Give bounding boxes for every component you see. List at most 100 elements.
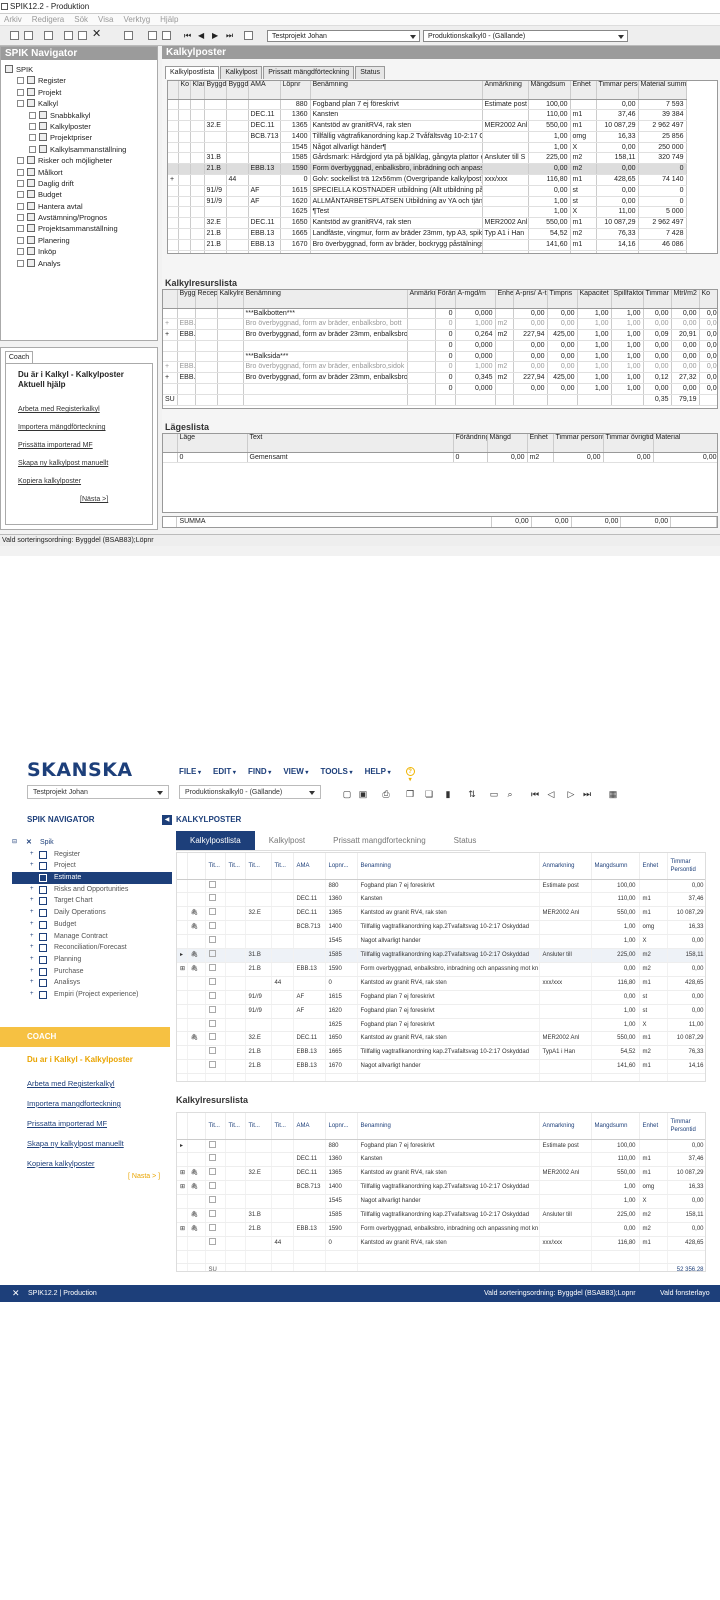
row-marker-cell[interactable] <box>177 1018 188 1033</box>
tree-item[interactable]: Analys <box>5 258 126 269</box>
attach-cell[interactable] <box>187 892 206 908</box>
expand-icon[interactable] <box>17 77 24 85</box>
new-print-icon[interactable]: ⎙ <box>381 789 391 799</box>
old-menu-item[interactable]: Redigera <box>32 14 64 25</box>
new-icon[interactable] <box>10 31 19 40</box>
expand-icon[interactable] <box>17 191 24 199</box>
table-row[interactable]: ⊞ 🖇 32.E DEC.11 1365 Kantstod av granit RV4, … <box>177 1166 705 1182</box>
tree-item[interactable]: Projektsammanställning <box>5 223 126 234</box>
new-tree-item[interactable]: + Manage Contract <box>12 931 172 943</box>
table-row[interactable]: +EBB.1 Bro överbyggnad, form av bräder, e… <box>163 361 717 374</box>
table-row[interactable]: BCB.713 1400 Tillfällig vägtrafikanordning… <box>168 131 687 143</box>
column-header[interactable] <box>163 434 178 453</box>
project-combo[interactable]: Testprojekt Johan <box>267 30 420 42</box>
tree-item[interactable]: Register <box>5 75 126 86</box>
checkbox-cell[interactable] <box>205 906 226 922</box>
row-marker-cell[interactable] <box>177 990 188 1005</box>
new-tab-3[interactable]: Status <box>439 831 491 851</box>
table-row[interactable]: 21.B EBB.13 1665 Landfäste, vingmur, form a… <box>168 228 687 240</box>
expand-icon[interactable] <box>17 100 24 108</box>
row-checkbox[interactable] <box>208 1237 216 1245</box>
new-coach-bar[interactable]: COACH <box>0 1027 170 1047</box>
attach-cell[interactable] <box>187 1045 206 1061</box>
attach-cell[interactable]: 🖇 <box>187 1180 206 1196</box>
new-tab-1[interactable]: Kalkylpost <box>254 831 320 851</box>
tree-item[interactable]: Projektpriser <box>5 132 126 143</box>
column-header[interactable]: Anmarkning <box>539 1113 592 1140</box>
new-delete-icon[interactable]: ▮ <box>443 789 453 799</box>
new-project-combo[interactable]: Testprojekt Johan <box>27 785 169 799</box>
row-checkbox[interactable] <box>208 1154 216 1162</box>
attach-cell[interactable]: 🖇 <box>187 906 206 922</box>
table-row[interactable]: 44 0 Kantstod av granit RV4, rak sten xxx/x… <box>177 1236 705 1251</box>
expand-icon[interactable] <box>29 134 36 142</box>
column-header[interactable]: Läge <box>177 434 248 453</box>
filter-icon[interactable] <box>148 31 157 40</box>
coach-link-registerkalkyl[interactable]: Arbeta med Registerkalkyl <box>18 406 100 413</box>
tree-item[interactable]: Risker och möjligheter <box>5 155 126 166</box>
column-header[interactable]: Timmar Persontid <box>667 1113 705 1140</box>
expand-icon[interactable] <box>29 145 36 153</box>
row-marker-cell[interactable] <box>177 920 188 936</box>
new-tree-item[interactable]: + Purchase <box>12 966 172 978</box>
new-calc-combo[interactable]: Produktionskalkyl0 - (Gällande) <box>179 785 321 799</box>
checkbox-cell[interactable] <box>205 976 226 991</box>
column-header[interactable]: Kapacitet <box>577 290 612 309</box>
attach-cell[interactable] <box>187 1236 206 1251</box>
row-marker-cell[interactable]: ⊞ <box>177 1166 188 1182</box>
table-row[interactable]: +EBB.1 Bro överbyggnad, form av bräder 23… <box>163 372 717 385</box>
expand-icon[interactable] <box>17 157 24 165</box>
new-tab-0[interactable]: Kalkylpostlista <box>176 831 255 851</box>
coach-link-kopiera[interactable]: Kopiera kalkylposter <box>18 478 81 485</box>
table-row[interactable]: 🖇 32.E DEC.11 1650 Kantstod av granit RV4, r… <box>177 1031 705 1047</box>
attach-cell[interactable] <box>187 879 206 894</box>
attach-cell[interactable] <box>187 1004 206 1019</box>
column-header[interactable]: Enhet <box>495 290 514 309</box>
column-header[interactable]: Byggd (BSAB <box>226 81 249 100</box>
new-menu-item[interactable]: TOOLS <box>320 767 352 776</box>
row-marker-cell[interactable]: ▸ <box>177 948 188 963</box>
column-header[interactable]: Timmar persontid <box>643 290 672 309</box>
new-filter-icon[interactable]: ▭ <box>489 789 499 799</box>
column-header[interactable]: Timmar Persontid <box>667 853 705 880</box>
tree-item[interactable]: Snabbkalkyl <box>5 110 126 121</box>
new-coach-link-prissatta[interactable]: Prissatta importerad MF <box>27 1119 107 1128</box>
column-header[interactable]: Tit... <box>245 853 272 880</box>
new-copy-icon[interactable]: ❐ <box>405 789 415 799</box>
attach-cell[interactable] <box>187 990 206 1005</box>
row-checkbox[interactable] <box>208 1168 216 1176</box>
coach-link-importera[interactable]: Importera mängdförteckning <box>18 424 106 431</box>
tree-item[interactable]: Inköp <box>5 246 126 257</box>
table-row[interactable]: +44 0 Golv: sockellist trä 12x56mm (Övergr… <box>168 174 687 186</box>
table-row[interactable]: 91//9 AF 1620 Fogband plan 7 ej foreskrivt 1… <box>177 1004 705 1019</box>
new-search-icon[interactable]: ⌕ <box>505 789 515 799</box>
column-header[interactable] <box>163 290 178 309</box>
column-header[interactable]: AMA <box>248 81 281 100</box>
old-menu-item[interactable]: Sök <box>74 14 88 25</box>
new-menu-item[interactable]: VIEW <box>283 767 308 776</box>
row-checkbox[interactable] <box>208 1019 216 1027</box>
column-header[interactable]: Mangdsumn <box>591 1113 640 1140</box>
checkbox-cell[interactable] <box>205 1139 226 1154</box>
row-marker-cell[interactable] <box>177 1045 188 1061</box>
delete-icon[interactable]: ✕ <box>92 29 101 40</box>
column-header[interactable]: AMA <box>293 853 326 880</box>
row-marker-cell[interactable]: ▸ <box>177 1139 188 1154</box>
expand-icon[interactable] <box>17 214 24 222</box>
new-layout-icon[interactable]: ▦ <box>608 789 618 799</box>
table-row[interactable]: DEC.11 1360 Kansten 110,00 m1 37,46 <box>177 1152 705 1168</box>
column-header[interactable]: Å-mgd/m <box>455 290 496 309</box>
table-row[interactable]: ⊞ 🖇 BCB.713 1400 Tillfallig vagtrafikanordni… <box>177 1180 705 1196</box>
table-row[interactable]: 880 Fogband plan 7 ej föreskrivt Estimate … <box>168 99 687 111</box>
new-tree-item[interactable]: − Estimate <box>12 872 172 884</box>
row-checkbox[interactable] <box>208 1140 216 1148</box>
new-tree-item[interactable]: + Risks and Opportunities <box>12 884 172 896</box>
new-tree-item[interactable]: + Analisys <box>12 977 172 989</box>
attach-cell[interactable] <box>187 1059 206 1075</box>
collapse-nav-icon[interactable]: ◀ <box>162 815 172 825</box>
attach-cell[interactable] <box>187 976 206 991</box>
column-header[interactable]: Timmar persontid <box>596 81 639 100</box>
row-checkbox[interactable] <box>208 1061 216 1069</box>
row-checkbox[interactable] <box>208 922 216 930</box>
new-coach-link-importera[interactable]: Importera mangdforteckning <box>27 1099 121 1108</box>
